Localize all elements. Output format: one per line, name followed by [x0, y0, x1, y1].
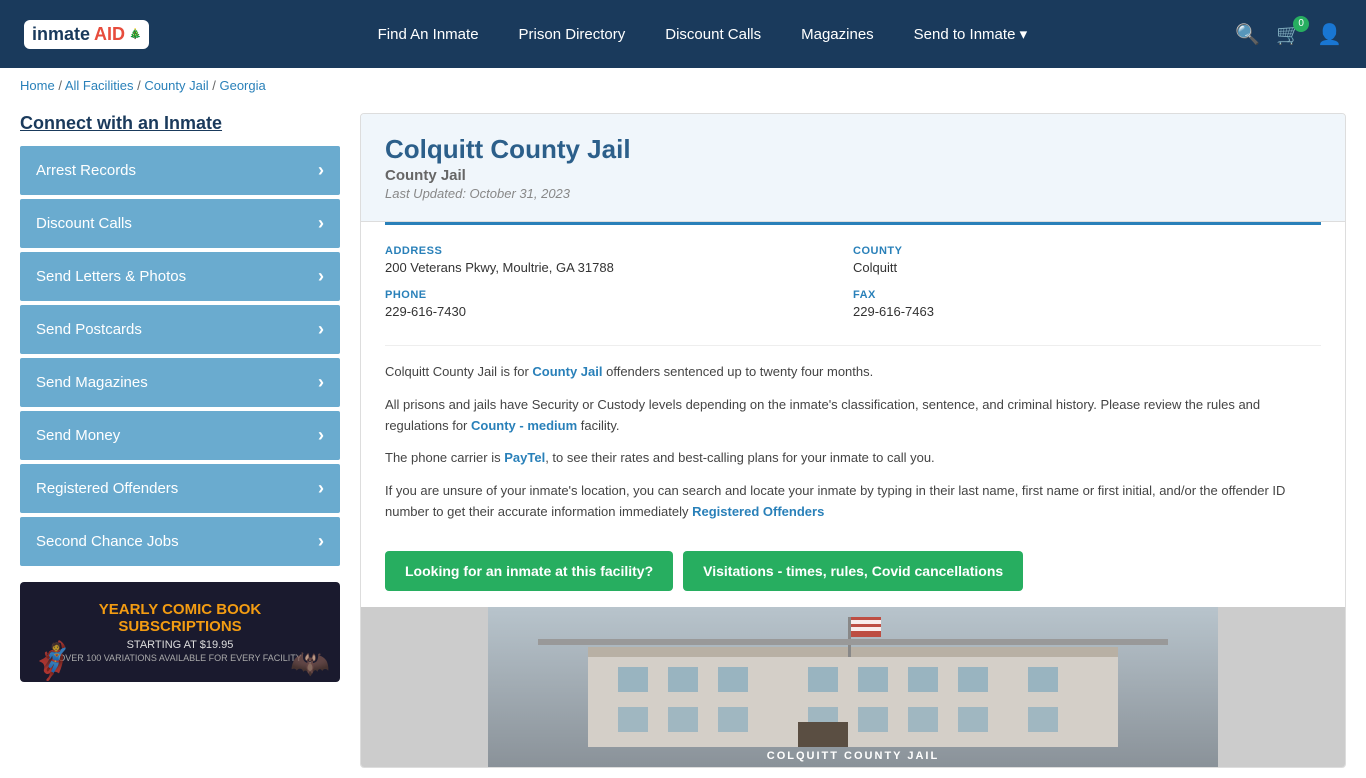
ad-title2: SUBSCRIPTIONS [58, 618, 302, 635]
facility-image: COLQUITT COUNTY JAIL [361, 607, 1345, 767]
county-cell: COUNTY Colquitt [853, 241, 1321, 285]
logo-text: inmate [32, 24, 90, 45]
sidebar-item-send-letters[interactable]: Send Letters & Photos › [20, 252, 340, 301]
facility-updated: Last Updated: October 31, 2023 [385, 186, 1321, 201]
breadcrumb-state[interactable]: Georgia [219, 78, 265, 93]
ad-title: YEARLY COMIC BOOK [58, 601, 302, 618]
arrow-icon: › [318, 266, 324, 287]
hero-icon: 🦸 [30, 640, 75, 682]
sidebar-items: Arrest Records › Discount Calls › Send L… [20, 146, 340, 566]
county-value: Colquitt [853, 260, 1321, 275]
facility-building-svg: COLQUITT COUNTY JAIL [361, 607, 1345, 767]
sidebar-item-arrest-records[interactable]: Arrest Records › [20, 146, 340, 195]
ad-starting: STARTING AT $19.95 [58, 639, 302, 651]
sidebar-item-registered-offenders[interactable]: Registered Offenders › [20, 464, 340, 513]
facility-header: Colquitt County Jail County Jail Last Up… [361, 114, 1345, 222]
phone-label: PHONE [385, 289, 853, 301]
address-label: ADDRESS [385, 245, 853, 257]
arrow-icon: › [318, 372, 324, 393]
arrow-icon: › [318, 319, 324, 340]
county-label: COUNTY [853, 245, 1321, 257]
cart-container[interactable]: 🛒 0 [1276, 22, 1301, 47]
sidebar-item-second-chance-jobs[interactable]: Second Chance Jobs › [20, 517, 340, 566]
address-cell: ADDRESS 200 Veterans Pkwy, Moultrie, GA … [385, 241, 853, 285]
nav-find-inmate[interactable]: Find An Inmate [378, 26, 479, 43]
user-button[interactable]: 👤 [1317, 22, 1342, 47]
sidebar-item-discount-calls[interactable]: Discount Calls › [20, 199, 340, 248]
action-buttons: Looking for an inmate at this facility? … [361, 551, 1345, 607]
desc-paragraph-1: Colquitt County Jail is for County Jail … [385, 362, 1321, 383]
arrow-icon: › [318, 425, 324, 446]
desc-paragraph-4: If you are unsure of your inmate's locat… [385, 481, 1321, 523]
facility-main: Colquitt County Jail County Jail Last Up… [360, 113, 1346, 768]
facility-name: Colquitt County Jail [385, 134, 1321, 165]
phone-value: 229-616-7430 [385, 304, 853, 319]
sidebar-item-send-postcards[interactable]: Send Postcards › [20, 305, 340, 354]
sidebar-item-send-magazines[interactable]: Send Magazines › [20, 358, 340, 407]
facility-type: County Jail [385, 167, 1321, 184]
facility-info-grid: ADDRESS 200 Veterans Pkwy, Moultrie, GA … [385, 222, 1321, 346]
facility-img-label: COLQUITT COUNTY JAIL [767, 750, 939, 762]
fax-label: FAX [853, 289, 1321, 301]
facility-description: Colquitt County Jail is for County Jail … [361, 346, 1345, 551]
breadcrumb-home[interactable]: Home [20, 78, 55, 93]
nav-discount-calls[interactable]: Discount Calls [665, 26, 761, 43]
sidebar-title: Connect with an Inmate [20, 113, 340, 134]
logo[interactable]: inmate AID 🎄 [24, 20, 149, 49]
fax-cell: FAX 229-616-7463 [853, 285, 1321, 329]
visitations-button[interactable]: Visitations - times, rules, Covid cancel… [683, 551, 1023, 591]
desc-paragraph-3: The phone carrier is PayTel, to see thei… [385, 448, 1321, 469]
phone-cell: PHONE 229-616-7430 [385, 285, 853, 329]
nav-send-to-inmate[interactable]: Send to Inmate ▾ [914, 25, 1027, 43]
ad-detail: OVER 100 VARIATIONS AVAILABLE FOR EVERY … [58, 653, 302, 663]
cart-badge: 0 [1293, 16, 1309, 32]
county-medium-link[interactable]: County - medium [471, 418, 577, 433]
arrow-icon: › [318, 160, 324, 181]
main-nav: Find An Inmate Prison Directory Discount… [169, 25, 1235, 43]
arrow-icon: › [318, 213, 324, 234]
breadcrumb-county-jail[interactable]: County Jail [144, 78, 208, 93]
paytel-link[interactable]: PayTel [504, 450, 545, 465]
breadcrumb: Home / All Facilities / County Jail / Ge… [0, 68, 1366, 103]
header-actions: 🔍 🛒 0 👤 [1235, 22, 1342, 47]
search-button[interactable]: 🔍 [1235, 22, 1260, 47]
nav-prison-directory[interactable]: Prison Directory [519, 26, 626, 43]
logo-aid: AID [94, 24, 125, 45]
find-inmate-button[interactable]: Looking for an inmate at this facility? [385, 551, 673, 591]
arrow-icon: › [318, 531, 324, 552]
county-jail-link[interactable]: County Jail [532, 364, 602, 379]
desc-paragraph-2: All prisons and jails have Security or C… [385, 395, 1321, 437]
arrow-icon: › [318, 478, 324, 499]
fax-value: 229-616-7463 [853, 304, 1321, 319]
nav-magazines[interactable]: Magazines [801, 26, 874, 43]
sidebar: Connect with an Inmate Arrest Records › … [20, 113, 340, 768]
address-value: 200 Veterans Pkwy, Moultrie, GA 31788 [385, 260, 853, 275]
registered-offenders-link[interactable]: Registered Offenders [692, 504, 824, 519]
hero2-icon: 🦇 [290, 644, 330, 682]
ad-banner[interactable]: YEARLY COMIC BOOK SUBSCRIPTIONS STARTING… [20, 582, 340, 682]
breadcrumb-all-facilities[interactable]: All Facilities [65, 78, 134, 93]
sidebar-item-send-money[interactable]: Send Money › [20, 411, 340, 460]
